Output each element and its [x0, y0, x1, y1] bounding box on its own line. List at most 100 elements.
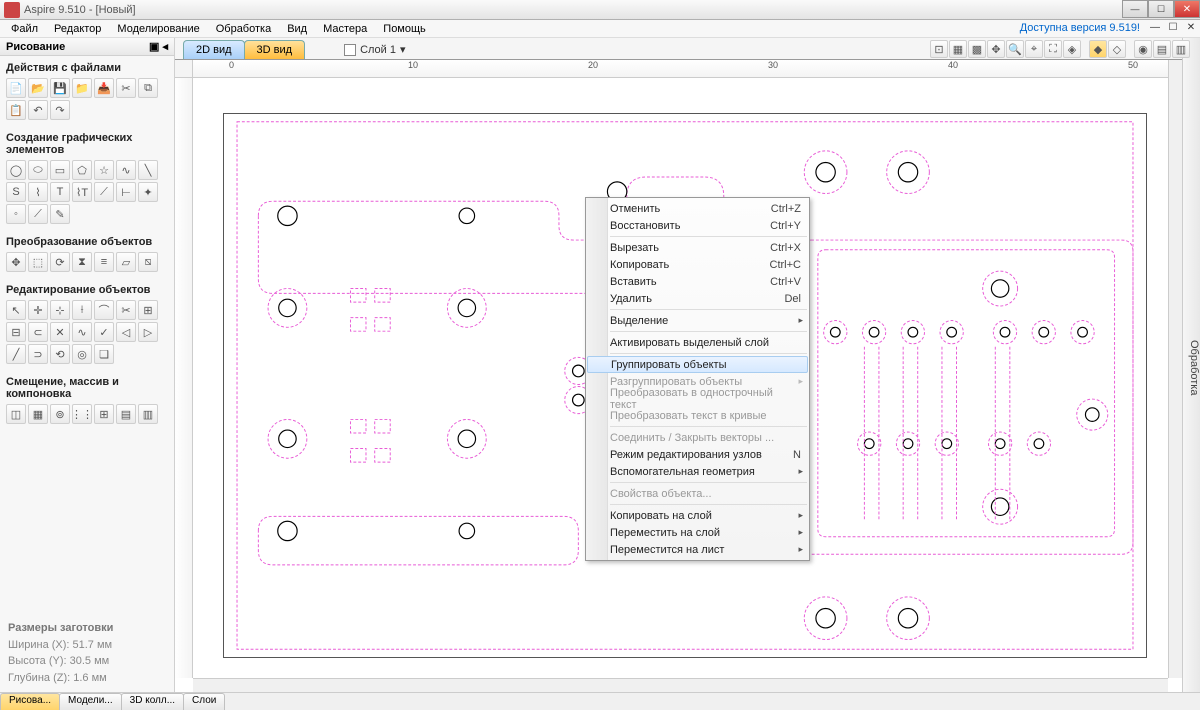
mirror-button[interactable]: ⧗ [72, 252, 92, 272]
menu-help[interactable]: Помощь [376, 22, 433, 36]
plate-button[interactable]: ▤ [116, 404, 136, 424]
tab-3d-clipart[interactable]: 3D колл... [121, 693, 184, 710]
ungroup-button[interactable]: ⊟ [6, 322, 26, 342]
shear-button[interactable]: ⧅ [138, 252, 158, 272]
offset-button[interactable]: ◫ [6, 404, 26, 424]
dimension-button[interactable]: ⊢ [116, 182, 136, 202]
context-menu-item[interactable]: Режим редактирования узловN [586, 446, 809, 463]
rotate-button[interactable]: ⟳ [50, 252, 70, 272]
toggle-shading-button[interactable]: ◆ [1089, 40, 1107, 58]
gridsnap-button[interactable]: ▩ [968, 40, 986, 58]
tab-drawing[interactable]: Рисова... [0, 693, 60, 710]
boundary-button[interactable]: ◁ [116, 322, 136, 342]
document-close-button[interactable] [1182, 20, 1200, 34]
import-button[interactable]: 📁 [72, 78, 92, 98]
horizontal-scrollbar[interactable] [193, 678, 1168, 692]
measure-button[interactable]: ⟊ [72, 300, 92, 320]
draw-curve-button[interactable]: ∿ [116, 160, 136, 180]
nest-parts-button[interactable]: ⊞ [94, 404, 114, 424]
vector-texture-button[interactable]: ◦ [6, 204, 26, 224]
context-menu-item[interactable]: Активировать выделеный слой [586, 334, 809, 351]
bezier-button[interactable]: ⟋ [28, 204, 48, 224]
group-button[interactable]: ⊞ [138, 300, 158, 320]
draw-ellipse-button[interactable]: ⬭ [28, 160, 48, 180]
text-on-curve-button[interactable]: ⟋ [94, 182, 114, 202]
cut-button[interactable]: ✂ [116, 78, 136, 98]
context-menu-item[interactable]: КопироватьCtrl+C [586, 256, 809, 273]
outline-button[interactable]: ◎ [72, 344, 92, 364]
menu-toolpaths[interactable]: Обработка [209, 22, 278, 36]
ruler-origin[interactable] [175, 60, 193, 78]
context-menu-item[interactable]: Вспомогательная геометрия [586, 463, 809, 480]
tab-2d-view[interactable]: 2D вид [183, 40, 245, 59]
set-size-button[interactable]: ⬚ [28, 252, 48, 272]
draw-circle-button[interactable]: ◯ [6, 160, 26, 180]
curve-fit-button[interactable]: ∿ [72, 322, 92, 342]
horizontal-ruler[interactable]: 0 10 20 30 40 50 [193, 60, 1182, 78]
wrap-button[interactable]: ❏ [94, 344, 114, 364]
draw-polygon-button[interactable]: ⬠ [72, 160, 92, 180]
tab-3d-view[interactable]: 3D вид [244, 40, 306, 59]
toggle-wireframe-button[interactable]: ◇ [1108, 40, 1126, 58]
tab-modeling[interactable]: Модели... [59, 693, 122, 710]
update-available-link[interactable]: Доступна версия 9.519! [1020, 22, 1140, 34]
panel-collapse-icon[interactable]: ▣ ◂ [149, 40, 168, 53]
weld-button[interactable]: ✕ [50, 322, 70, 342]
plate-layout-button[interactable]: ▥ [138, 404, 158, 424]
copy-button[interactable]: ⧉ [138, 78, 158, 98]
zoom-all-button[interactable]: ◈ [1063, 40, 1081, 58]
draw-arc-button[interactable]: S [6, 182, 26, 202]
save-file-button[interactable]: 💾 [50, 78, 70, 98]
draw-spiral-button[interactable]: ⌇ [28, 182, 48, 202]
draw-line-button[interactable]: ╲ [138, 160, 158, 180]
draw-rect-button[interactable]: ▭ [50, 160, 70, 180]
array-copy-button[interactable]: ▦ [28, 404, 48, 424]
window-minimize-button[interactable] [1122, 0, 1148, 18]
right-sidebar-toolpaths[interactable]: Обработка [1182, 38, 1200, 692]
zoom-selected-button[interactable]: ⌖ [1025, 40, 1043, 58]
document-minimize-button[interactable] [1146, 20, 1164, 34]
join-button[interactable]: ⊂ [28, 322, 48, 342]
menu-file[interactable]: Файл [4, 22, 45, 36]
close-vectors-button[interactable]: ⊃ [28, 344, 48, 364]
snap-toggle-button[interactable]: ⊡ [930, 40, 948, 58]
zoom-fit-button[interactable]: ⛶ [1044, 40, 1062, 58]
window-close-button[interactable] [1174, 0, 1200, 18]
undo-button[interactable]: ↶ [28, 100, 48, 120]
redo-button[interactable]: ↷ [50, 100, 70, 120]
vertical-scrollbar[interactable] [1168, 60, 1182, 678]
context-menu-item[interactable]: Группировать объекты [587, 356, 808, 373]
node-insert-button[interactable]: ⊹ [50, 300, 70, 320]
zoom-window-button[interactable]: 🔍 [1006, 40, 1024, 58]
fillet-button[interactable]: ⌒ [94, 300, 114, 320]
grid-toggle-button[interactable]: ▦ [949, 40, 967, 58]
window-maximize-button[interactable] [1148, 0, 1174, 18]
context-menu-item[interactable]: Переместить на слой [586, 524, 809, 541]
align-button[interactable]: ≡ [94, 252, 114, 272]
context-menu-item[interactable]: Переместится на лист [586, 541, 809, 558]
trace-bitmap-button[interactable]: ✦ [138, 182, 158, 202]
open-file-button[interactable]: 📂 [28, 78, 48, 98]
context-menu-item[interactable]: ОтменитьCtrl+Z [586, 200, 809, 217]
center-view-button[interactable]: ✥ [987, 40, 1005, 58]
menu-modeling[interactable]: Моделирование [110, 22, 206, 36]
vect-validate-button[interactable]: ✓ [94, 322, 114, 342]
document-maximize-button[interactable] [1164, 20, 1182, 34]
paste-button[interactable]: 📋 [6, 100, 26, 120]
freehand-button[interactable]: ✎ [50, 204, 70, 224]
context-menu-item[interactable]: Выделение [586, 312, 809, 329]
multi-view-a-button[interactable]: ▤ [1153, 40, 1171, 58]
trim-button[interactable]: ✂ [116, 300, 136, 320]
context-menu-item[interactable]: ВосстановитьCtrl+Y [586, 217, 809, 234]
context-menu-item[interactable]: УдалитьDel [586, 290, 809, 307]
draw-star-button[interactable]: ☆ [94, 160, 114, 180]
context-menu-item[interactable]: ВырезатьCtrl+X [586, 239, 809, 256]
menu-view[interactable]: Вид [280, 22, 314, 36]
vertical-ruler[interactable] [175, 78, 193, 678]
context-menu-item[interactable]: Копировать на слой [586, 507, 809, 524]
tab-layers[interactable]: Слои [183, 693, 225, 710]
toggle-vectors-button[interactable]: ◉ [1134, 40, 1152, 58]
extend-button[interactable]: ▷ [138, 322, 158, 342]
draw-text-button[interactable]: T [50, 182, 70, 202]
circular-array-button[interactable]: ⊚ [50, 404, 70, 424]
